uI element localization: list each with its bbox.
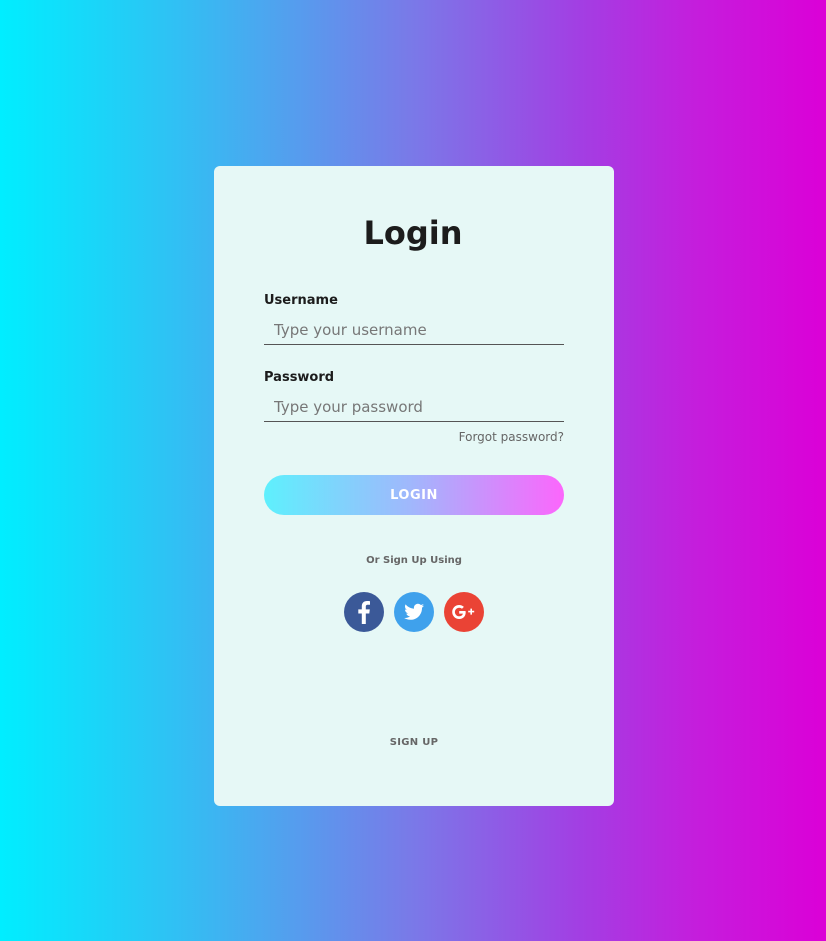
signup-link[interactable]: SIGN UP: [264, 737, 564, 748]
password-input[interactable]: [264, 392, 564, 422]
twitter-icon: [394, 592, 434, 632]
password-label: Password: [264, 370, 335, 385]
forgot-password-link[interactable]: Forgot password?: [264, 430, 564, 444]
username-label: Username: [264, 293, 338, 308]
username-input[interactable]: [264, 315, 564, 345]
page-title: Login: [363, 214, 463, 252]
google-plus-icon: [444, 592, 484, 632]
google-plus-button[interactable]: [444, 592, 484, 632]
twitter-button[interactable]: [394, 592, 434, 632]
facebook-icon: [344, 592, 384, 632]
login-button[interactable]: LOGIN: [264, 475, 564, 515]
facebook-button[interactable]: [344, 592, 384, 632]
alt-signup-text: Or Sign Up Using: [366, 555, 462, 566]
